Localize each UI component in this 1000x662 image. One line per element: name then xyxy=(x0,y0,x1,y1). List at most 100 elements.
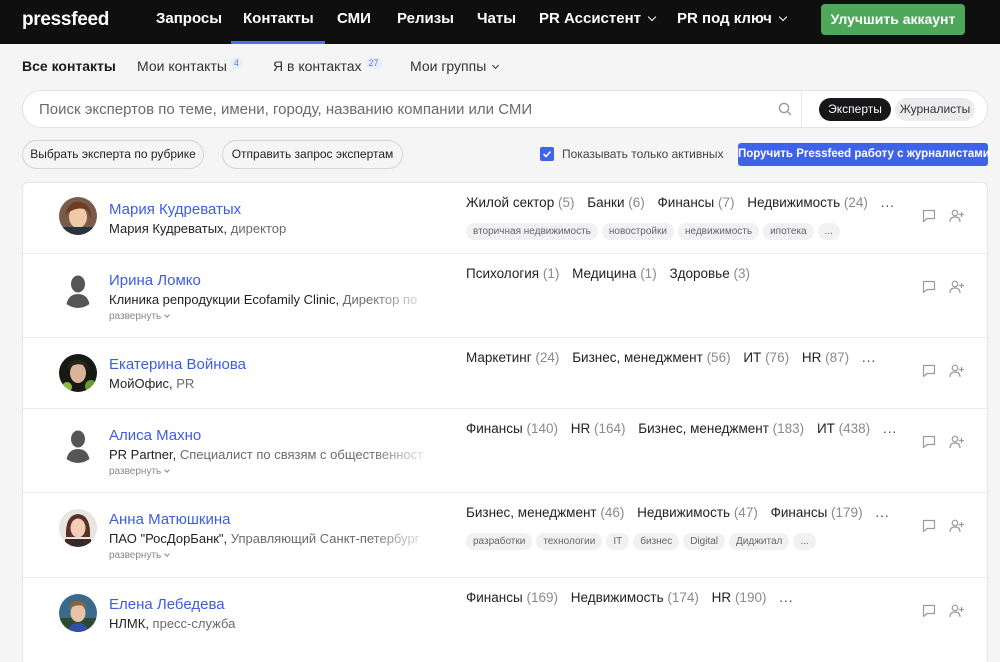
toggle-journalists[interactable]: Журналисты xyxy=(895,98,975,121)
tag[interactable]: Digital xyxy=(683,533,726,550)
add-contact-icon[interactable] xyxy=(949,279,965,295)
category[interactable]: Бизнес, менеджмент (46) xyxy=(466,505,624,520)
tag[interactable]: технологии xyxy=(536,533,603,550)
tag[interactable]: ипотека xyxy=(763,223,814,240)
category-label: Недвижимость xyxy=(637,505,731,520)
nav-pr-turnkey[interactable]: PR под ключ xyxy=(677,0,788,44)
add-contact-icon[interactable] xyxy=(949,518,965,534)
avatar[interactable] xyxy=(59,354,97,392)
add-contact-icon[interactable] xyxy=(949,603,965,619)
expert-name[interactable]: Екатерина Войнова xyxy=(109,356,246,373)
category[interactable]: Финансы (7) xyxy=(658,195,735,210)
avatar[interactable] xyxy=(59,594,97,632)
category[interactable]: Банки (6) xyxy=(587,195,645,210)
tag[interactable]: ... xyxy=(817,223,840,240)
tab-in-contacts[interactable]: Я в контактах 27 xyxy=(273,57,383,74)
add-contact-icon[interactable] xyxy=(949,208,965,224)
category[interactable]: Здоровье (3) xyxy=(669,266,750,281)
chevron-down-icon xyxy=(164,312,171,318)
chevron-down-icon xyxy=(164,467,171,473)
nav-requests[interactable]: Запросы xyxy=(156,0,222,44)
search-input[interactable] xyxy=(39,91,779,127)
more-categories[interactable]: ... xyxy=(779,590,793,605)
category[interactable]: HR (87) xyxy=(802,350,849,365)
upgrade-account-button[interactable]: Улучшить аккаунт xyxy=(821,4,965,35)
chat-icon[interactable] xyxy=(921,363,937,379)
category[interactable]: Недвижимость (174) xyxy=(571,590,699,605)
expert-name[interactable]: Алиса Махно xyxy=(109,427,201,444)
tag[interactable]: новостройки xyxy=(601,223,674,240)
category[interactable]: Недвижимость (24) xyxy=(747,195,868,210)
category[interactable]: Недвижимость (47) xyxy=(637,505,758,520)
avatar[interactable] xyxy=(59,270,97,308)
category[interactable]: Жилой сектор (5) xyxy=(466,195,574,210)
category-label: Медицина xyxy=(572,266,637,281)
nav-contacts[interactable]: Контакты xyxy=(231,0,325,44)
categories: Маркетинг (24) Бизнес, менеджмент (56) И… xyxy=(466,350,876,365)
category[interactable]: Финансы (179) xyxy=(771,505,863,520)
chat-icon[interactable] xyxy=(921,603,937,619)
category[interactable]: Бизнес, менеджмент (183) xyxy=(638,421,804,436)
nav-media[interactable]: СМИ xyxy=(337,0,371,44)
add-contact-icon[interactable] xyxy=(949,434,965,450)
tag[interactable]: бизнес xyxy=(633,533,680,550)
search-icon[interactable] xyxy=(777,101,793,117)
expand-link[interactable]: развернуть xyxy=(109,311,171,322)
choose-by-rubric-button[interactable]: Выбрать эксперта по рубрике xyxy=(22,140,204,169)
category[interactable]: Финансы (169) xyxy=(466,590,558,605)
send-request-button[interactable]: Отправить запрос экспертам xyxy=(222,140,403,169)
more-categories[interactable]: ... xyxy=(875,505,889,520)
checkmark-icon xyxy=(542,150,552,158)
more-categories[interactable]: ... xyxy=(862,350,876,365)
avatar[interactable] xyxy=(59,509,97,547)
expert-name[interactable]: Ирина Ломко xyxy=(109,272,201,289)
tab-in-contacts-label: Я в контактах xyxy=(273,58,362,74)
tag[interactable]: недвижимость xyxy=(677,223,760,240)
tab-my-groups[interactable]: Мои группы xyxy=(410,58,500,74)
add-contact-icon[interactable] xyxy=(949,363,965,379)
tag[interactable]: ... xyxy=(793,533,816,550)
tag[interactable]: разработки xyxy=(466,533,533,550)
category[interactable]: Финансы (140) xyxy=(466,421,558,436)
tag[interactable]: вторичная недвижимость xyxy=(466,223,598,240)
chat-icon[interactable] xyxy=(921,279,937,295)
category[interactable]: ИТ (76) xyxy=(743,350,789,365)
nav-releases[interactable]: Релизы xyxy=(397,0,454,44)
category[interactable]: HR (164) xyxy=(571,421,626,436)
chat-icon[interactable] xyxy=(921,208,937,224)
category[interactable]: Маркетинг (24) xyxy=(466,350,559,365)
category[interactable]: Бизнес, менеджмент (56) xyxy=(572,350,730,365)
category[interactable]: HR (190) xyxy=(712,590,767,605)
expert-name[interactable]: Мария Кудреватых xyxy=(109,201,241,218)
tab-my-contacts[interactable]: Мои контакты 4 xyxy=(137,57,243,74)
more-categories[interactable]: ... xyxy=(883,421,897,436)
toggle-experts[interactable]: Эксперты xyxy=(819,98,891,121)
only-active-checkbox[interactable] xyxy=(540,147,554,161)
top-nav-bar: pressfeed Запросы Контакты СМИ Релизы Ча… xyxy=(0,0,1000,44)
chat-icon[interactable] xyxy=(921,434,937,450)
category[interactable]: Психология (1) xyxy=(466,266,559,281)
tab-all-contacts[interactable]: Все контакты xyxy=(22,58,116,74)
nav-pr-assistant[interactable]: PR Ассистент xyxy=(539,0,657,44)
expand-link[interactable]: развернуть xyxy=(109,466,171,477)
nav-chats[interactable]: Чаты xyxy=(477,0,516,44)
expert-name[interactable]: Елена Лебедева xyxy=(109,596,225,613)
categories: Финансы (169) Недвижимость (174) HR (190… xyxy=(466,590,793,605)
avatar[interactable] xyxy=(59,425,97,463)
only-active-label[interactable]: Показывать только активных xyxy=(562,147,724,161)
tag[interactable]: Диджитал xyxy=(729,533,790,550)
category[interactable]: ИТ (438) xyxy=(817,421,870,436)
category[interactable]: Медицина (1) xyxy=(572,266,657,281)
category-count: (76) xyxy=(765,350,790,365)
category-label: Финансы xyxy=(657,195,715,210)
logo[interactable]: pressfeed xyxy=(22,9,109,31)
nav-media-label: СМИ xyxy=(337,10,371,27)
expand-link[interactable]: развернуть xyxy=(109,550,171,561)
tag[interactable]: IT xyxy=(606,533,630,550)
chat-icon[interactable] xyxy=(921,518,937,534)
more-categories[interactable]: ... xyxy=(881,195,895,210)
avatar[interactable] xyxy=(59,197,97,235)
delegate-pressfeed-button[interactable]: Поручить Pressfeed работу с журналистами xyxy=(738,143,990,166)
expert-name[interactable]: Анна Матюшкина xyxy=(109,511,230,528)
categories: Финансы (140) HR (164) Бизнес, менеджмен… xyxy=(466,421,897,436)
